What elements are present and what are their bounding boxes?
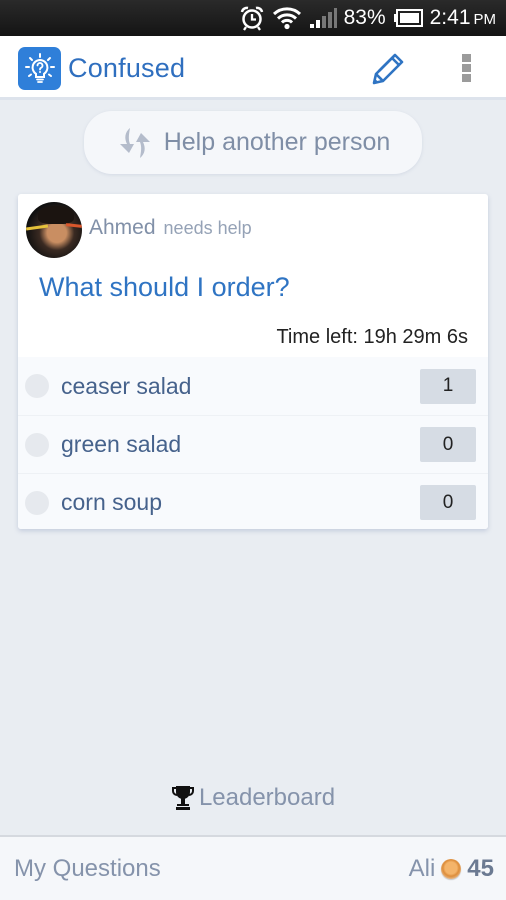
more-dot [461,54,471,62]
time-left: Time left: 19h 29m 6s [276,326,468,348]
option-label: green salad [61,431,182,457]
answer-option[interactable]: corn soup 0 [18,473,488,529]
question-text: What should I order? [39,272,290,302]
clock-time: 2:41 [429,6,471,29]
wifi-icon [272,6,302,30]
user-name: Ali [408,855,436,882]
app-title: Confused [68,53,186,83]
radio-button[interactable] [25,374,49,398]
vote-count: 1 [420,368,476,404]
leaderboard-link[interactable]: Leaderboard [0,780,506,816]
more-dot [461,64,471,72]
edit-button[interactable] [368,50,408,88]
answer-options: ceaser salad 1 green salad 0 corn soup 0 [18,357,488,529]
more-dot [461,74,471,82]
vote-count: 0 [420,485,476,520]
alarm-icon [239,5,265,31]
author-status: needs help [163,218,252,238]
answer-option[interactable]: green salad 0 [18,415,488,473]
clock-ampm: PM [473,11,497,28]
bottom-bar: My Questions Ali 45 [0,835,506,900]
radio-button[interactable] [25,490,49,515]
clock: 2:41 PM [430,6,496,30]
more-options-button[interactable] [458,50,474,86]
user-points: 45 [467,855,494,882]
status-bar: 83% 2:41 PM [0,0,506,36]
leaderboard-label: Leaderboard [198,784,336,811]
edit-icon [372,53,404,85]
signal-icon [309,7,337,29]
answer-option[interactable]: ceaser salad 1 [18,357,488,415]
author-row: Ahmed needs help [89,216,252,240]
question-card: Ahmed needs help What should I order? Ti… [18,194,488,529]
battery-percent: 83% [343,6,386,29]
vote-count: 0 [420,427,476,462]
help-button-label: Help another person [163,128,391,156]
battery-icon [393,9,423,27]
author-name: Ahmed [89,216,156,239]
user-info[interactable]: Ali 45 [409,855,494,883]
coin-icon [441,859,462,879]
app-bar: Confused [0,36,506,100]
lightbulb-question-icon [18,47,61,90]
trophy-icon [171,786,194,810]
option-label: corn soup [61,489,163,515]
option-label: ceaser salad [61,372,192,399]
radio-button[interactable] [25,432,49,457]
swap-arrows-icon [119,127,150,158]
help-another-person-button[interactable]: Help another person [84,111,422,174]
my-questions-link[interactable]: My Questions [14,855,161,883]
avatar [26,202,82,258]
